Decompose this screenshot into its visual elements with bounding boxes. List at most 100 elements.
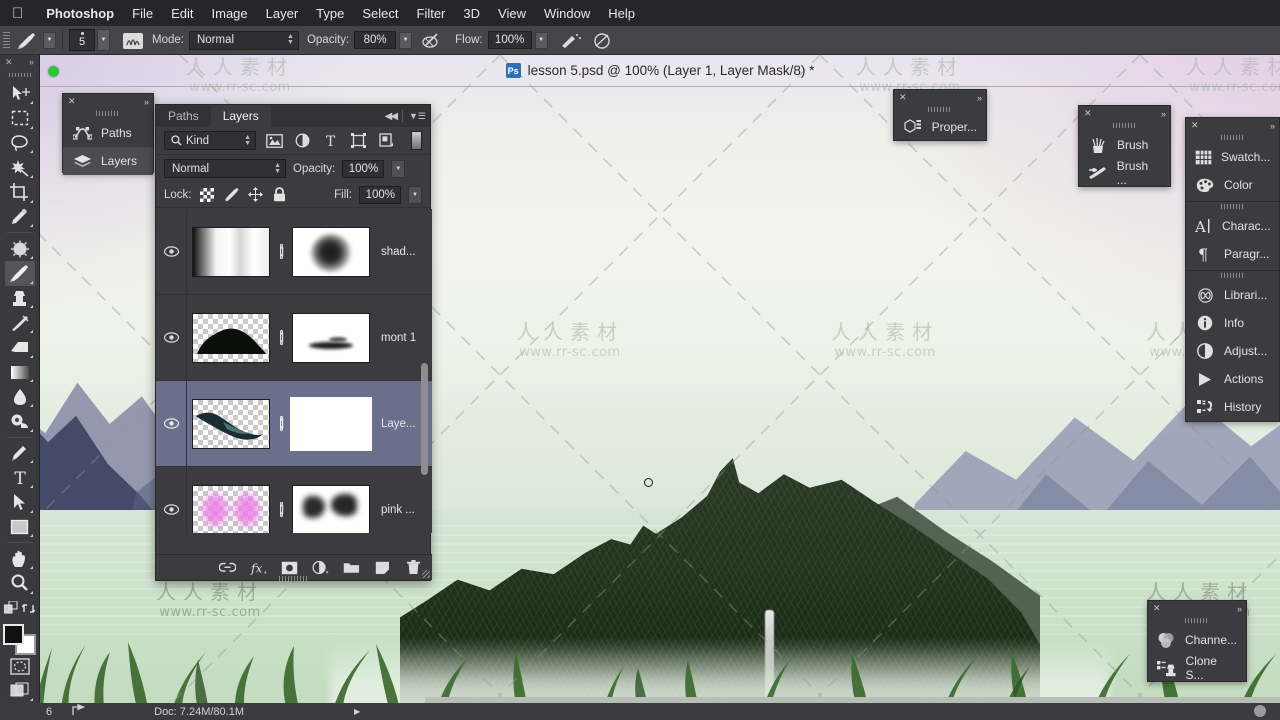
close-icon[interactable]: ✕ [1191, 120, 1199, 131]
filter-smart-object-icon[interactable] [376, 131, 396, 151]
layer-mask-link-icon[interactable] [270, 416, 292, 431]
airbrush-icon[interactable] [558, 31, 582, 50]
dock-grip[interactable] [96, 111, 120, 116]
dock-grip[interactable] [928, 107, 952, 112]
dock-item-clone-source[interactable]: Clone S... [1148, 654, 1246, 682]
dock-grip[interactable] [1185, 618, 1209, 623]
filter-adjustment-icon[interactable] [292, 131, 312, 151]
tab-paths[interactable]: Paths [156, 105, 211, 127]
table-row[interactable]: pink ... [156, 467, 432, 533]
blend-mode-select[interactable]: Normal ▲ ▼ [188, 30, 299, 50]
share-icon[interactable] [72, 703, 88, 719]
filter-kind-select[interactable]: Kind ▲ ▼ [164, 131, 256, 150]
scrollbar-thumb[interactable] [421, 363, 428, 475]
panel-menu-icon[interactable]: ▼☰ [409, 111, 426, 122]
menu-item-type[interactable]: Type [307, 6, 353, 21]
filter-pixel-icon[interactable] [264, 131, 284, 151]
dock-item-brush[interactable]: Brush [1079, 131, 1170, 159]
double-arrow-icon[interactable]: » [977, 93, 982, 103]
close-icon[interactable]: ✕ [899, 92, 907, 103]
close-icon[interactable]: ✕ [1153, 603, 1161, 614]
brush-tool-icon[interactable] [15, 30, 41, 50]
flow-dropdown-arrow[interactable]: ▼ [534, 31, 548, 49]
layer-style-fx-icon[interactable]: fx [250, 559, 267, 576]
table-row[interactable]: Laye... [156, 381, 432, 467]
layer-thumbnail[interactable] [192, 226, 270, 277]
dock-item-libraries[interactable]: Librari... [1186, 281, 1279, 309]
lock-position-icon[interactable] [247, 186, 264, 203]
screen-mode-tool[interactable] [5, 679, 35, 704]
brush-tool[interactable] [4, 260, 35, 286]
dock-item-actions[interactable]: Actions [1186, 365, 1279, 393]
double-arrow-icon[interactable]: » [29, 57, 34, 67]
layer-thumbnail[interactable] [192, 484, 270, 533]
menu-item-3d[interactable]: 3D [454, 6, 489, 21]
panel-bottom-grip[interactable] [279, 576, 307, 581]
dock-grip[interactable] [1220, 273, 1245, 278]
opacity-dropdown-arrow[interactable]: ▼ [399, 31, 413, 49]
new-adjustment-layer-icon[interactable] [312, 559, 329, 576]
menu-item-file[interactable]: File [123, 6, 162, 21]
path-selection-tool[interactable] [5, 490, 35, 515]
link-layers-icon[interactable] [219, 559, 236, 576]
dock-grip[interactable] [1220, 135, 1245, 140]
dock-item-layers[interactable]: Layers [63, 147, 153, 175]
dock-item-adjustments[interactable]: Adjust... [1186, 337, 1279, 365]
dock-item-channels[interactable]: Channe... [1148, 626, 1246, 654]
add-layer-mask-icon[interactable] [281, 559, 298, 576]
layer-opacity-arrow[interactable]: ▼ [391, 159, 406, 178]
layer-mask-link-icon[interactable] [270, 502, 292, 517]
menu-item-edit[interactable]: Edit [162, 6, 202, 21]
double-arrow-icon[interactable]: » [144, 97, 149, 107]
filter-toggle-switch[interactable] [411, 131, 422, 150]
menu-item-photoshop[interactable]: Photoshop [37, 6, 123, 21]
pressure-opacity-icon[interactable] [421, 31, 443, 50]
filter-type-icon[interactable]: T [320, 131, 340, 151]
layer-mask-link-icon[interactable] [270, 244, 292, 259]
double-arrow-icon[interactable]: » [1237, 604, 1242, 614]
zoom-tool[interactable] [5, 571, 35, 596]
dock-item-paragraph[interactable]: ¶ Paragr... [1186, 240, 1279, 268]
menu-item-image[interactable]: Image [203, 6, 257, 21]
edit-toolbar-and-swap[interactable] [3, 596, 37, 621]
dock-item-swatches[interactable]: Swatch... [1186, 143, 1279, 171]
dock-item-info[interactable]: Info [1186, 309, 1279, 337]
menu-item-window[interactable]: Window [535, 6, 599, 21]
zoom-level[interactable]: 6 [46, 706, 52, 718]
menu-item-view[interactable]: View [489, 6, 535, 21]
blur-tool[interactable] [5, 384, 35, 409]
dock-item-character[interactable]: A Charac... [1186, 212, 1279, 240]
gradient-tool[interactable] [5, 360, 35, 385]
opacity-input[interactable]: 80% [354, 31, 397, 49]
document-tab[interactable]: Ps lesson 5.psd @ 100% (Layer 1, Layer M… [40, 55, 1280, 86]
layer-thumbnail[interactable] [192, 312, 270, 363]
tab-layers[interactable]: Layers [210, 105, 271, 127]
layer-blend-mode-select[interactable]: Normal ▲ ▼ [164, 159, 286, 178]
dock-item-history[interactable]: History [1186, 393, 1279, 421]
new-group-icon[interactable] [343, 559, 360, 576]
layer-fill-arrow[interactable]: ▼ [408, 185, 422, 204]
toolbox-grip[interactable] [8, 72, 31, 78]
close-icon[interactable]: ✕ [1084, 108, 1092, 119]
delete-layer-icon[interactable] [405, 559, 422, 576]
marquee-tool[interactable] [5, 106, 35, 131]
layers-list[interactable]: shad... mont 1 Laye... pink ... [156, 209, 432, 533]
crop-tool[interactable] [5, 180, 35, 205]
move-tool[interactable] [5, 81, 35, 106]
foreground-color-swatch[interactable] [2, 624, 24, 646]
menu-item-select[interactable]: Select [353, 6, 407, 21]
eyedropper-tool[interactable] [5, 205, 35, 230]
menu-item-layer[interactable]: Layer [257, 6, 308, 21]
new-layer-icon[interactable] [374, 559, 391, 576]
menu-item-help[interactable]: Help [599, 6, 644, 21]
menu-item-filter[interactable]: Filter [408, 6, 455, 21]
flow-input[interactable]: 100% [487, 31, 532, 49]
filter-shape-icon[interactable] [348, 131, 368, 151]
eraser-tool[interactable] [5, 335, 35, 360]
double-arrow-icon[interactable]: » [1270, 121, 1275, 131]
layer-visibility-toggle[interactable] [156, 418, 186, 429]
smoothing-icon[interactable] [590, 31, 614, 50]
layer-visibility-toggle[interactable] [156, 332, 186, 343]
pen-tool[interactable] [5, 441, 35, 466]
lock-image-pixels-icon[interactable] [223, 186, 240, 203]
